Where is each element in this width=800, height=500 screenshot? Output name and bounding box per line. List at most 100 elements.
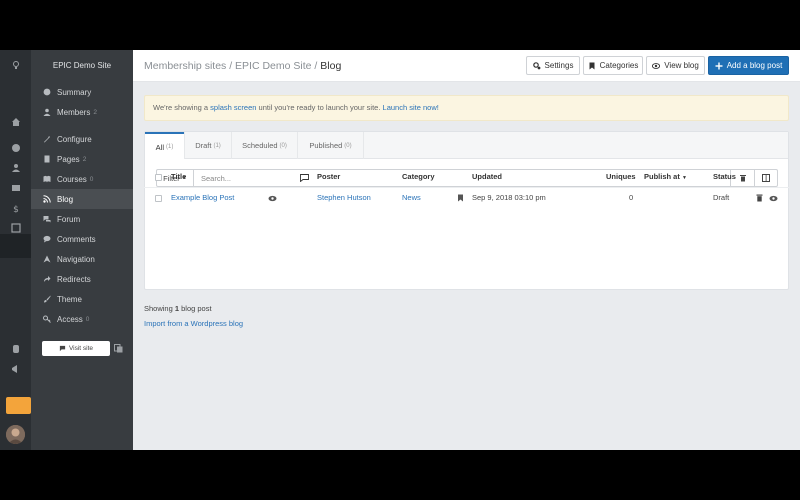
col-updated[interactable]: Updated — [472, 172, 502, 181]
wrench-icon — [42, 134, 52, 144]
tab-published[interactable]: Published (0) — [298, 132, 364, 159]
poster-link[interactable]: Stephen Hutson — [317, 193, 371, 202]
breadcrumb-current: Blog — [320, 60, 342, 72]
columns-button[interactable] — [754, 169, 778, 187]
row-checkbox[interactable] — [155, 195, 162, 202]
preview-eye-icon[interactable] — [268, 195, 277, 202]
sidebar-item-label: Pages — [57, 154, 80, 164]
col-status[interactable]: Status — [713, 172, 736, 181]
rail-notification-button[interactable] — [6, 397, 31, 414]
view-eye-icon[interactable] — [769, 195, 778, 202]
launch-site-link[interactable]: Launch site now! — [383, 103, 439, 112]
globe-icon[interactable] — [0, 138, 31, 158]
splash-notice: We're showing a splash screen until you'… — [144, 95, 789, 121]
sidebar-item-label: Navigation — [57, 254, 95, 264]
sidebar-item-theme[interactable]: Theme — [31, 289, 133, 309]
sidebar-item-label: Configure — [57, 134, 92, 144]
sidebar-item-navigation[interactable]: Navigation — [31, 249, 133, 269]
key-icon — [42, 314, 52, 324]
sidebar-item-count: 2 — [82, 155, 87, 163]
sidebar-item-redirects[interactable]: Redirects — [31, 269, 133, 289]
comments-icon — [42, 234, 52, 244]
post-title-link[interactable]: Example Blog Post — [171, 193, 234, 202]
sidebar-item-summary[interactable]: Summary — [31, 82, 133, 102]
select-all-checkbox[interactable] — [155, 174, 162, 181]
col-poster[interactable]: Poster — [317, 172, 340, 181]
bookmark-icon — [589, 62, 595, 69]
col-category[interactable]: Category — [402, 172, 435, 181]
blog-posts-card: All (1) Draft (1) Scheduled (0) Published (0… — [144, 131, 789, 290]
lightbulb-icon[interactable] — [0, 55, 31, 75]
brush-icon — [42, 294, 52, 304]
sidebar-item-members[interactable]: Members 2 — [31, 102, 133, 122]
sidebar-item-comments[interactable]: Comments — [31, 229, 133, 249]
comment-icon — [59, 345, 66, 352]
sidebar-item-label: Theme — [57, 294, 82, 304]
database-icon[interactable] — [0, 339, 31, 359]
dollar-icon[interactable]: $ — [0, 198, 31, 218]
columns-icon — [762, 174, 770, 182]
tab-draft[interactable]: Draft (1) — [184, 132, 232, 159]
user-icon[interactable] — [0, 158, 31, 178]
add-blog-post-label: Add a blog post — [726, 61, 783, 70]
sidebar-item-blog[interactable]: Blog — [31, 189, 133, 209]
breadcrumb-root[interactable]: Membership sites — [144, 60, 226, 72]
site-name: EPIC Demo Site — [52, 61, 112, 70]
col-publish-at[interactable]: Publish at ▼ — [644, 172, 687, 181]
sidebar-item-label: Members — [57, 107, 91, 117]
table-divider — [144, 187, 789, 188]
categories-button[interactable]: Categories — [583, 56, 643, 75]
home-icon[interactable] — [0, 112, 31, 132]
sort-caret-icon: ▼ — [681, 175, 687, 181]
notice-text: We're showing a — [153, 103, 211, 112]
settings-label: Settings — [544, 61, 574, 70]
eye-icon — [652, 62, 661, 69]
import-wordpress-link[interactable]: Import from a Wordpress blog — [144, 319, 243, 328]
splash-screen-link[interactable]: splash screen — [210, 103, 256, 112]
sidebar-item-label: Redirects — [57, 274, 91, 284]
mail-icon[interactable] — [0, 178, 31, 198]
showing-count: Showing 1 blog post — [144, 304, 212, 313]
trash-icon — [739, 175, 746, 182]
tab-all[interactable]: All (1) — [145, 132, 184, 160]
sidebar-item-configure[interactable]: Configure — [31, 129, 133, 149]
visit-site-button[interactable]: Visit site — [42, 341, 110, 356]
plus-icon — [715, 62, 723, 69]
megaphone-icon[interactable] — [0, 359, 31, 379]
view-blog-button[interactable]: View blog — [646, 56, 705, 75]
avatar[interactable] — [6, 425, 25, 444]
tab-scheduled[interactable]: Scheduled (0) — [232, 132, 298, 159]
sidebar-item-forum[interactable]: Forum — [31, 209, 133, 229]
page-header: Membership sites / EPIC Demo Site / Blog… — [133, 50, 800, 82]
uniques-value: 0 — [629, 193, 634, 202]
gears-icon — [532, 61, 540, 69]
svg-text:$: $ — [13, 205, 19, 213]
status-tabs: All (1) Draft (1) Scheduled (0) Published (0… — [145, 132, 788, 160]
trash-icon[interactable] — [756, 194, 763, 202]
sidebar-item-label: Courses — [57, 174, 87, 184]
sidebar-item-courses[interactable]: Courses 0 — [31, 169, 133, 189]
sidebar-item-label: Summary — [57, 87, 92, 97]
sidebar-item-label: Comments — [57, 234, 96, 244]
category-link[interactable]: News — [402, 193, 421, 202]
visit-site-label: Visit site — [68, 345, 94, 352]
view-blog-label: View blog — [664, 61, 699, 70]
add-blog-post-button[interactable]: Add a blog post — [708, 56, 789, 75]
copy-icon[interactable] — [114, 344, 123, 353]
col-title[interactable]: Title — [171, 172, 186, 181]
sidebar-item-pages[interactable]: Pages 2 — [31, 149, 133, 169]
breadcrumb: Membership sites / EPIC Demo Site / Blog — [144, 60, 342, 72]
redirect-icon — [42, 274, 52, 284]
bookmark-icon[interactable] — [457, 194, 464, 202]
breadcrumb-site[interactable]: EPIC Demo Site — [235, 60, 311, 72]
status-value: Draft — [713, 193, 730, 202]
sidebar-item-count: 0 — [85, 315, 90, 323]
col-uniques[interactable]: Uniques — [606, 172, 636, 181]
settings-button[interactable]: Settings — [526, 56, 580, 75]
rail-active-item[interactable] — [0, 234, 31, 258]
notice-text-middle: until you're ready to launch your site. — [256, 103, 383, 112]
sidebar-item-access[interactable]: Access 0 — [31, 309, 133, 329]
updated-value: Sep 9, 2018 03:10 pm — [472, 193, 546, 202]
sidebar-item-count: 2 — [93, 108, 97, 116]
users-icon — [42, 107, 52, 117]
